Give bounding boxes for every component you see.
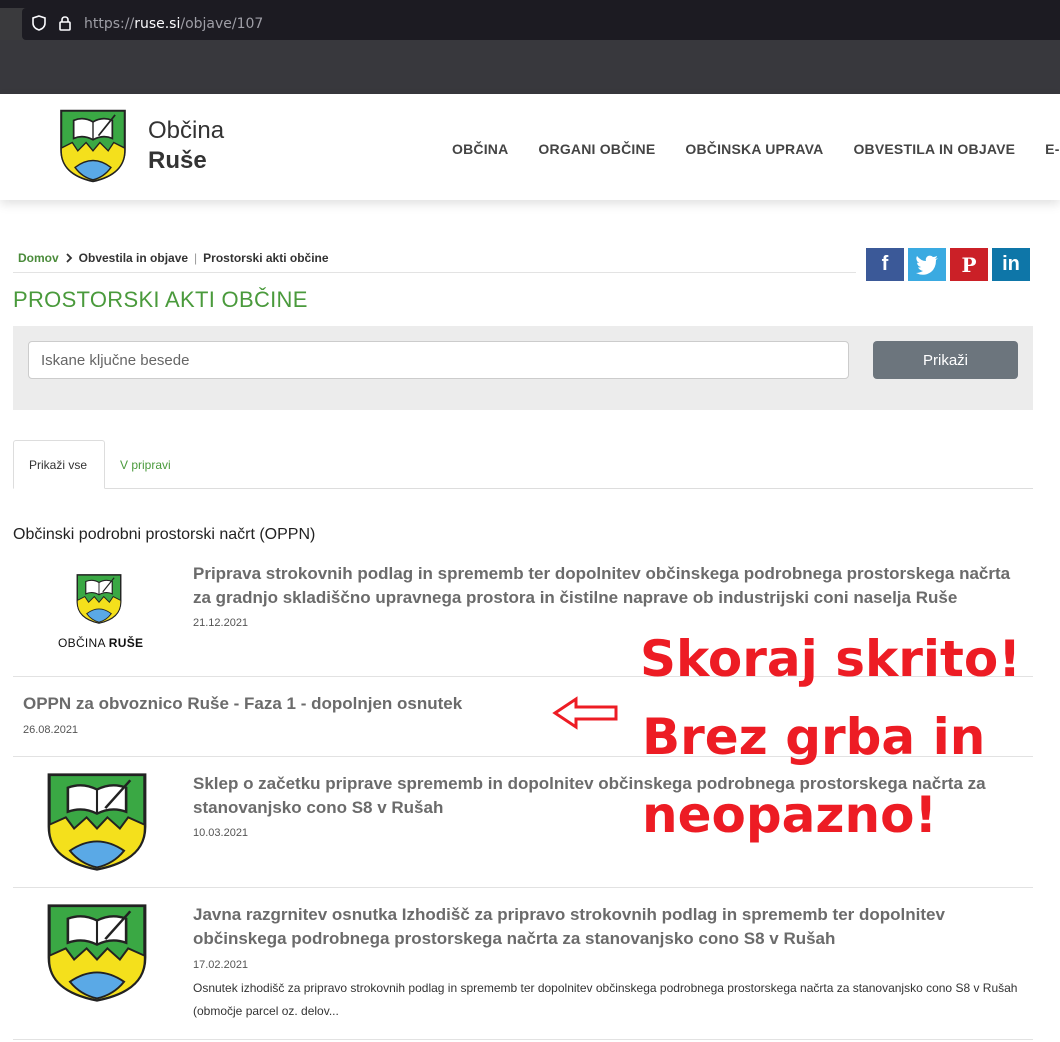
coat-of-arms-thumbnail xyxy=(45,771,149,873)
tab-show-all[interactable]: Prikaži vse xyxy=(13,440,105,489)
page-title: PROSTORSKI AKTI OBČINE xyxy=(13,287,308,312)
tab-in-preparation[interactable]: V pripravi xyxy=(105,440,186,489)
breadcrumb-level-1[interactable]: Obvestila in objave xyxy=(79,251,188,265)
coat-of-arms-thumbnail xyxy=(75,573,123,625)
coat-of-arms-thumbnail xyxy=(45,902,149,1004)
site-header: Občina Ruše OBČINA ORGANI OBČINE OBČINSK… xyxy=(0,94,1060,200)
shield-icon[interactable] xyxy=(32,15,46,31)
section-title: Občinski podrobni prostorski načrt (OPPN… xyxy=(13,526,316,543)
divider xyxy=(13,272,856,273)
item-title[interactable]: Javna razgrnitev osnutka Izhodišč za pri… xyxy=(193,903,1023,951)
nav-item-obcina[interactable]: OBČINA xyxy=(452,141,508,157)
arrow-left-icon xyxy=(552,696,618,730)
twitter-share-button[interactable] xyxy=(908,248,946,281)
address-bar[interactable]: https://ruse.si/objave/107 xyxy=(22,8,1060,40)
item-title[interactable]: Priprava strokovnih podlag in sprememb t… xyxy=(193,562,1023,610)
browser-tab-strip xyxy=(0,0,1060,8)
brand-line-2: Ruše xyxy=(148,147,207,174)
browser-toolbar xyxy=(0,40,1060,94)
item-date: 26.08.2021 xyxy=(23,724,79,736)
search-panel: Prikaži xyxy=(13,326,1033,410)
coat-of-arms-logo[interactable] xyxy=(58,108,128,184)
logo-caption: OBČINA RUŠE xyxy=(58,636,144,650)
url-text: https://ruse.si/objave/107 xyxy=(84,16,264,32)
item-date: 10.03.2021 xyxy=(193,827,249,839)
breadcrumb-separator: | xyxy=(194,251,198,265)
show-button[interactable]: Prikaži xyxy=(873,341,1018,379)
pinterest-icon: P xyxy=(961,252,977,277)
nav-item-obvestila-in-objave[interactable]: OBVESTILA IN OBJAVE xyxy=(853,141,1015,157)
list-item[interactable]: Javna razgrnitev osnutka Izhodišč za pri… xyxy=(13,888,1033,1040)
nav-item-obcinska-uprava[interactable]: OBČINSKA UPRAVA xyxy=(685,141,823,157)
lock-icon[interactable] xyxy=(58,15,72,31)
search-input[interactable] xyxy=(28,341,849,379)
twitter-icon xyxy=(916,255,938,275)
item-title[interactable]: OPPN za obvoznico Ruše - Faza 1 - dopoln… xyxy=(23,692,623,716)
site-brand[interactable]: Občina Ruše xyxy=(148,116,224,176)
breadcrumb-current: Prostorski akti občine xyxy=(203,251,329,265)
annotation-line-2: Brez grba in xyxy=(642,708,986,766)
annotation-line-3: neopazno! xyxy=(642,786,938,844)
breadcrumb-home[interactable]: Domov xyxy=(18,251,59,265)
nav-item-organi-obcine[interactable]: ORGANI OBČINE xyxy=(538,141,655,157)
linkedin-share-button[interactable]: in xyxy=(992,248,1030,281)
brand-line-1: Občina xyxy=(148,117,225,144)
chevron-right-icon xyxy=(66,253,72,263)
tab-bar: Prikaži vse V pripravi xyxy=(13,440,1033,489)
nav-item-e-obcina[interactable]: E-OBČ xyxy=(1045,141,1060,157)
breadcrumb: Domov Obvestila in objave | Prostorski a… xyxy=(18,251,329,265)
item-date: 17.02.2021 xyxy=(193,959,249,971)
facebook-icon: f xyxy=(881,253,889,275)
pinterest-share-button[interactable]: P xyxy=(950,248,988,281)
browser-chrome: https://ruse.si/objave/107 xyxy=(0,0,1060,94)
linkedin-icon: in xyxy=(1002,253,1020,275)
item-description: Osnutek izhodišč za pripravo strokovnih … xyxy=(193,981,1018,1018)
annotation-line-1: Skoraj skrito! xyxy=(640,630,1022,688)
item-date: 21.12.2021 xyxy=(193,617,249,629)
social-share: f P in xyxy=(866,248,1030,281)
main-nav: OBČINA ORGANI OBČINE OBČINSKA UPRAVA OBV… xyxy=(452,141,1060,157)
facebook-share-button[interactable]: f xyxy=(866,248,904,281)
